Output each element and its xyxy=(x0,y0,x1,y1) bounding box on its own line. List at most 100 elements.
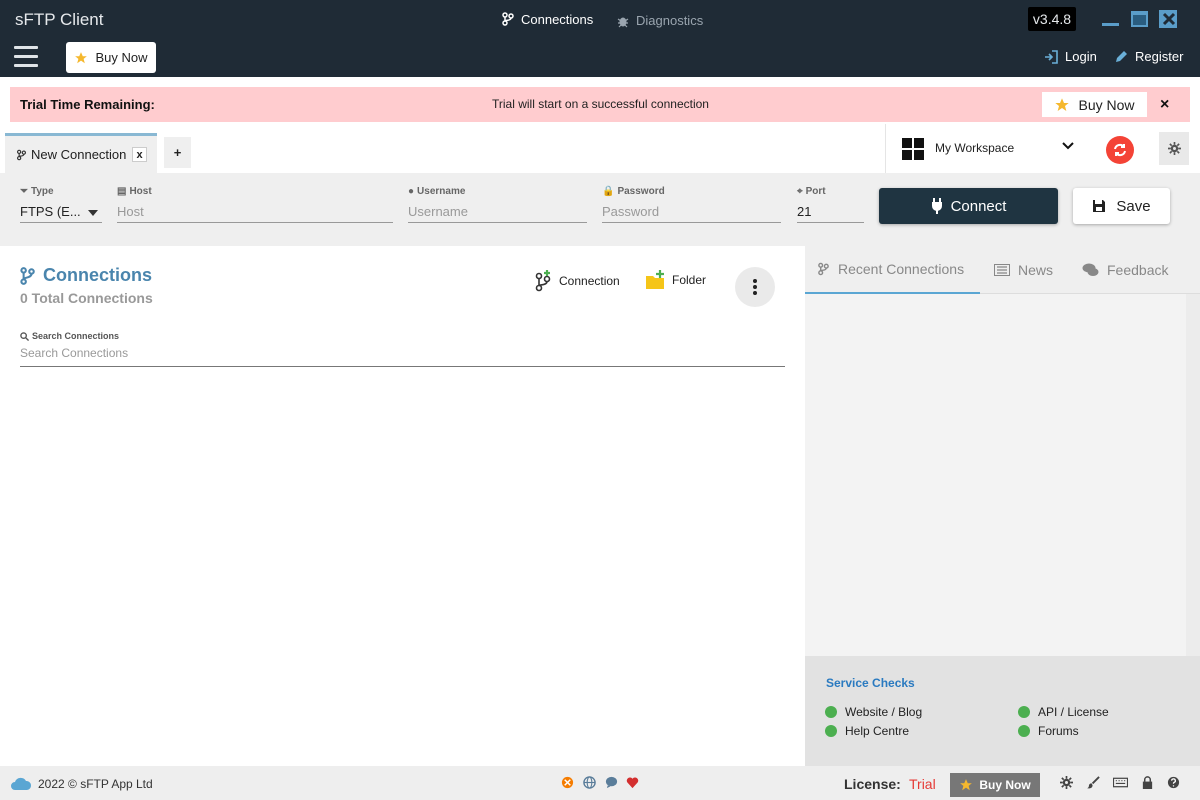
chat-icon[interactable] xyxy=(605,776,618,789)
add-connection-button[interactable]: Connection xyxy=(535,270,620,292)
caret-down-icon xyxy=(88,210,98,216)
chevron-down-icon xyxy=(1062,142,1074,150)
connect-button[interactable]: Connect xyxy=(879,188,1058,224)
comments-icon xyxy=(1082,263,1099,276)
status-dot xyxy=(825,706,837,718)
info-panel: Recent Connections News Feedback Service… xyxy=(805,246,1200,766)
username-input[interactable]: Username xyxy=(408,201,587,223)
tab-diagnostics-label: Diagnostics xyxy=(636,13,704,28)
connections-count: 0 Total Connections xyxy=(20,290,153,306)
minimize-icon[interactable] xyxy=(1101,10,1119,28)
branch-icon xyxy=(20,266,35,285)
tab-new-connection[interactable]: New Connection x xyxy=(5,133,157,173)
pencil-icon xyxy=(1116,50,1127,62)
status-dot xyxy=(825,725,837,737)
lock-icon: 🔒 xyxy=(602,186,615,197)
search-label-row: Search Connections xyxy=(20,331,119,341)
tab-recent-connections-label: Recent Connections xyxy=(838,261,965,277)
service-item: Forums xyxy=(1018,724,1079,738)
host-input[interactable]: Host xyxy=(117,201,393,223)
branch-icon xyxy=(818,262,829,276)
tab-recent-connections[interactable]: Recent Connections xyxy=(805,246,980,294)
status-dot xyxy=(1018,706,1030,718)
gear-icon xyxy=(1167,142,1181,155)
more-options-button[interactable] xyxy=(735,267,775,307)
tab-diagnostics[interactable]: Diagnostics xyxy=(602,0,717,41)
globe-icon[interactable] xyxy=(583,776,596,789)
maximize-icon[interactable] xyxy=(1130,10,1148,28)
support-icon[interactable] xyxy=(561,776,574,789)
gear-icon[interactable] xyxy=(1060,776,1073,789)
workspace-selector[interactable]: My Workspace xyxy=(885,124,1085,173)
workspace-settings-button[interactable] xyxy=(1159,132,1189,165)
host-field[interactable]: ▤ Host Host xyxy=(117,186,393,223)
status-dot xyxy=(1018,725,1030,737)
workspace-label: My Workspace xyxy=(935,141,1015,155)
port-field[interactable]: ⌖ Port 21 xyxy=(797,186,864,223)
tab-feedback-label: Feedback xyxy=(1107,262,1169,278)
tab-close-button[interactable]: x xyxy=(132,147,147,162)
sitemap-icon: ⌖ xyxy=(797,186,803,197)
type-select[interactable]: FTPS (E... xyxy=(20,201,102,223)
tab-news-label: News xyxy=(1018,262,1054,278)
help-icon[interactable] xyxy=(1167,776,1180,789)
copyright-text: 2022 © sFTP App Ltd xyxy=(38,777,153,791)
lock-icon[interactable] xyxy=(1141,776,1154,789)
password-input[interactable]: Password xyxy=(602,201,781,223)
type-field[interactable]: ⏷ Type FTPS (E... xyxy=(20,186,102,223)
type-value: FTPS (E... xyxy=(20,204,81,219)
cloud-logo-icon xyxy=(11,777,32,790)
trial-buy-now-label: Buy Now xyxy=(1078,96,1135,113)
keyboard-icon[interactable] xyxy=(1113,776,1128,789)
type-label: Type xyxy=(31,186,54,197)
tab-news[interactable]: News xyxy=(982,246,1065,294)
heart-icon[interactable] xyxy=(626,776,639,789)
star-icon xyxy=(1055,97,1070,111)
footer-buy-now-label: Buy Now xyxy=(979,778,1031,792)
license-value: Trial xyxy=(909,776,936,792)
workspace-grid-icon xyxy=(902,138,924,160)
floppy-icon xyxy=(1093,200,1106,212)
add-folder-button[interactable]: Folder xyxy=(646,270,706,290)
add-connection-icon xyxy=(535,270,551,292)
footer-buy-now-button[interactable]: Buy Now xyxy=(950,773,1040,797)
service-checks: Service Checks Website / Blog Help Centr… xyxy=(805,656,1200,766)
login-link[interactable]: Login xyxy=(1044,49,1097,64)
search-input[interactable]: Search Connections xyxy=(20,346,785,367)
service-item: API / License xyxy=(1018,705,1109,719)
brush-icon[interactable] xyxy=(1087,776,1100,789)
branch-icon xyxy=(16,149,27,160)
add-connection-label: Connection xyxy=(559,274,620,288)
add-tab-button[interactable]: + xyxy=(164,137,191,168)
close-icon[interactable] xyxy=(1159,10,1177,28)
service-item-label: Forums xyxy=(1038,724,1079,738)
add-folder-icon xyxy=(646,270,664,289)
connections-title: Connections xyxy=(43,265,153,285)
port-input[interactable]: 21 xyxy=(797,201,864,223)
license-label: License: xyxy=(844,776,901,792)
register-link[interactable]: Register xyxy=(1114,49,1183,64)
trial-buy-now-button[interactable]: Buy Now xyxy=(1042,92,1147,117)
recent-scrollbar[interactable] xyxy=(1186,294,1200,656)
save-button[interactable]: Save xyxy=(1073,188,1170,224)
username-field[interactable]: ● Username Username xyxy=(408,186,587,223)
login-label: Login xyxy=(1065,49,1097,64)
tab-connections[interactable]: Connections xyxy=(487,0,608,41)
buy-now-button[interactable]: Buy Now xyxy=(66,42,156,73)
menu-icon[interactable] xyxy=(14,46,38,68)
password-field[interactable]: 🔒 Password Password xyxy=(602,186,781,223)
port-label: Port xyxy=(805,186,826,197)
trial-banner: Trial Time Remaining: Trial will start o… xyxy=(10,87,1190,122)
connection-tabstrip: New Connection x + xyxy=(0,124,885,173)
tab-feedback[interactable]: Feedback xyxy=(1070,246,1180,294)
trial-close-button[interactable]: × xyxy=(1160,96,1169,114)
username-label: Username xyxy=(417,186,466,197)
service-item-label: API / License xyxy=(1038,705,1109,719)
add-folder-label: Folder xyxy=(672,273,707,287)
app-title: sFTP Client xyxy=(15,10,104,29)
sync-button[interactable] xyxy=(1106,136,1134,164)
title-bar: sFTP Client Connections Diagnostics v3.4… xyxy=(0,0,1200,41)
trial-label: Trial Time Remaining: xyxy=(20,97,155,112)
user-icon: ● xyxy=(408,186,415,197)
tab-new-connection-label: New Connection xyxy=(31,147,127,162)
